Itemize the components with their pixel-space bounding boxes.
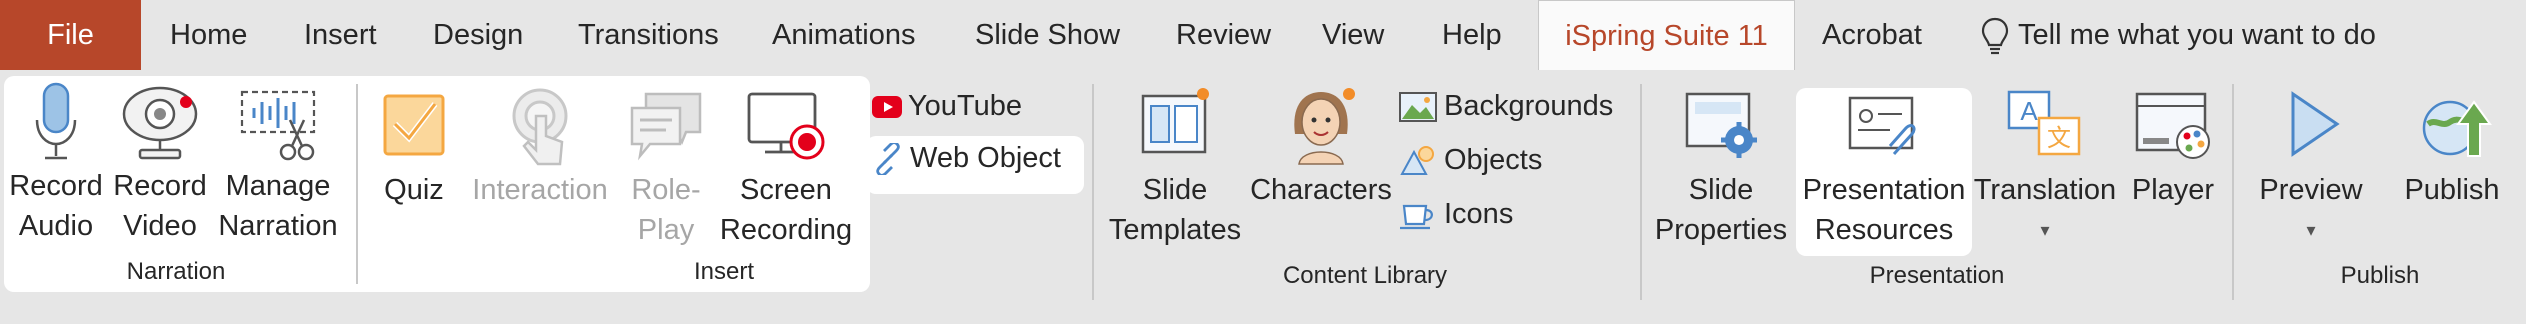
- group-separator: [1640, 84, 1642, 300]
- icons-label: Icons: [1444, 198, 1514, 230]
- slide-properties-label-1: Slide: [1688, 174, 1754, 206]
- player-label: Player: [2131, 174, 2215, 206]
- slide-properties-label-2: Properties: [1654, 214, 1788, 246]
- translation-label: Translation: [1973, 174, 2117, 206]
- slide-templates-label-2: Templates: [1108, 214, 1242, 246]
- tab-insert[interactable]: Insert: [304, 0, 377, 70]
- icons-button[interactable]: Icons: [1398, 192, 1513, 236]
- play-preview-icon: [2291, 91, 2340, 157]
- record-video-label-1: Record: [113, 170, 207, 202]
- ribbon-tab-bar: File Home Insert Design Transitions Anim…: [0, 0, 2526, 73]
- interaction-button[interactable]: Interaction: [462, 84, 618, 210]
- group-separator: [1092, 84, 1094, 300]
- record-video-button[interactable]: Record Video: [108, 80, 212, 246]
- audio-editing-scissors-icon: [240, 90, 316, 161]
- publish-button[interactable]: Publish: [2384, 84, 2520, 210]
- backgrounds-label: Backgrounds: [1444, 90, 1614, 122]
- tab-review[interactable]: Review: [1176, 0, 1271, 70]
- publish-globe-icon: [2422, 100, 2492, 157]
- slide-settings-gear-icon: [1685, 92, 1757, 158]
- web-object-button[interactable]: Web Object: [872, 136, 1061, 180]
- record-audio-button[interactable]: Record Audio: [4, 80, 108, 246]
- landscape-image-icon: [1399, 92, 1437, 123]
- manage-narration-label-1: Manage: [225, 170, 331, 202]
- group-label-content-library: Content Library: [1282, 262, 1448, 289]
- translation-icon: A 文: [2007, 90, 2081, 156]
- slide-properties-button[interactable]: Slide Properties: [1648, 84, 1794, 250]
- record-audio-label-1: Record: [9, 170, 103, 202]
- group-separator: [356, 84, 358, 284]
- objects-label: Objects: [1444, 144, 1543, 176]
- tab-slide-show[interactable]: Slide Show: [975, 0, 1120, 70]
- quiz-button[interactable]: Quiz: [368, 84, 460, 210]
- interaction-label: Interaction: [472, 174, 608, 206]
- webcam-icon: [122, 86, 198, 160]
- character-avatar-icon: [1294, 88, 1355, 165]
- tell-me-search[interactable]: Tell me what you want to do: [1980, 0, 2376, 70]
- tab-home[interactable]: Home: [170, 0, 247, 70]
- svg-text:A: A: [2020, 96, 2038, 126]
- record-audio-label-2: Audio: [18, 210, 94, 242]
- youtube-icon: [872, 96, 902, 119]
- preview-label: Preview: [2259, 174, 2363, 206]
- ribbon-body: Record Audio Record Video Manage Narrati…: [0, 70, 2526, 324]
- presentation-resources-label-1: Presentation: [1802, 174, 1966, 206]
- preview-button[interactable]: Preview ▾: [2240, 84, 2382, 250]
- touch-gesture-icon: [512, 88, 568, 166]
- screen-record-icon: [747, 92, 825, 160]
- presentation-resources-label-2: Resources: [1814, 214, 1954, 246]
- shapes-objects-icon: [1400, 146, 1434, 176]
- chevron-down-icon: ▾: [2040, 220, 2050, 240]
- backgrounds-button[interactable]: Backgrounds: [1398, 84, 1613, 128]
- role-play-button[interactable]: Role- Play: [620, 84, 712, 250]
- group-separator: [2232, 84, 2234, 300]
- characters-button[interactable]: Characters: [1250, 84, 1392, 210]
- quiz-label: Quiz: [384, 174, 444, 206]
- tab-transitions[interactable]: Transitions: [578, 0, 719, 70]
- objects-button[interactable]: Objects: [1398, 138, 1542, 182]
- tab-help[interactable]: Help: [1442, 0, 1502, 70]
- translation-button[interactable]: A 文 Translation ▾: [1972, 84, 2118, 250]
- youtube-button[interactable]: YouTube: [872, 84, 1022, 128]
- lightbulb-icon: [1981, 18, 2009, 55]
- characters-label: Characters: [1250, 174, 1392, 206]
- web-object-label: Web Object: [910, 142, 1061, 174]
- tab-file[interactable]: File: [0, 0, 141, 70]
- resources-attachment-icon: [1848, 96, 1916, 156]
- tab-design[interactable]: Design: [433, 0, 523, 70]
- link-icon: [876, 143, 900, 176]
- player-palette-icon: [2135, 92, 2210, 159]
- youtube-label: YouTube: [908, 90, 1022, 122]
- role-play-label-2: Play: [637, 214, 695, 246]
- screen-recording-label-2: Recording: [719, 214, 853, 246]
- coffee-cup-icon: [1400, 205, 1433, 230]
- player-button[interactable]: Player: [2118, 84, 2228, 210]
- screen-recording-label-1: Screen: [740, 174, 832, 206]
- group-label-presentation: Presentation: [1869, 262, 2005, 289]
- slide-templates-label-1: Slide: [1142, 174, 1208, 206]
- microphone-icon: [35, 82, 77, 160]
- svg-text:文: 文: [2047, 124, 2071, 152]
- role-play-label-1: Role-: [631, 174, 701, 206]
- publish-label: Publish: [2404, 174, 2500, 206]
- group-label-publish: Publish: [2340, 262, 2420, 289]
- manage-narration-button[interactable]: Manage Narration: [212, 80, 344, 246]
- record-video-label-2: Video: [123, 210, 197, 242]
- tab-animations[interactable]: Animations: [772, 0, 915, 70]
- tab-view[interactable]: View: [1322, 0, 1384, 70]
- group-label-insert: Insert: [693, 258, 755, 285]
- group-label-narration: Narration: [126, 258, 226, 285]
- slide-templates-icon: [1141, 88, 1209, 154]
- screen-recording-button[interactable]: Screen Recording: [714, 84, 858, 250]
- tab-ispring-suite[interactable]: iSpring Suite 11: [1538, 0, 1795, 73]
- quiz-checkbox-icon: [383, 94, 445, 156]
- chevron-down-icon: ▾: [2306, 220, 2316, 240]
- tab-acrobat[interactable]: Acrobat: [1822, 0, 1922, 70]
- tell-me-placeholder: Tell me what you want to do: [2018, 19, 2376, 51]
- speech-bubbles-icon: [630, 92, 702, 161]
- slide-templates-button[interactable]: Slide Templates: [1100, 84, 1250, 250]
- presentation-resources-button[interactable]: Presentation Resources: [1796, 84, 1972, 250]
- manage-narration-label-2: Narration: [218, 210, 338, 242]
